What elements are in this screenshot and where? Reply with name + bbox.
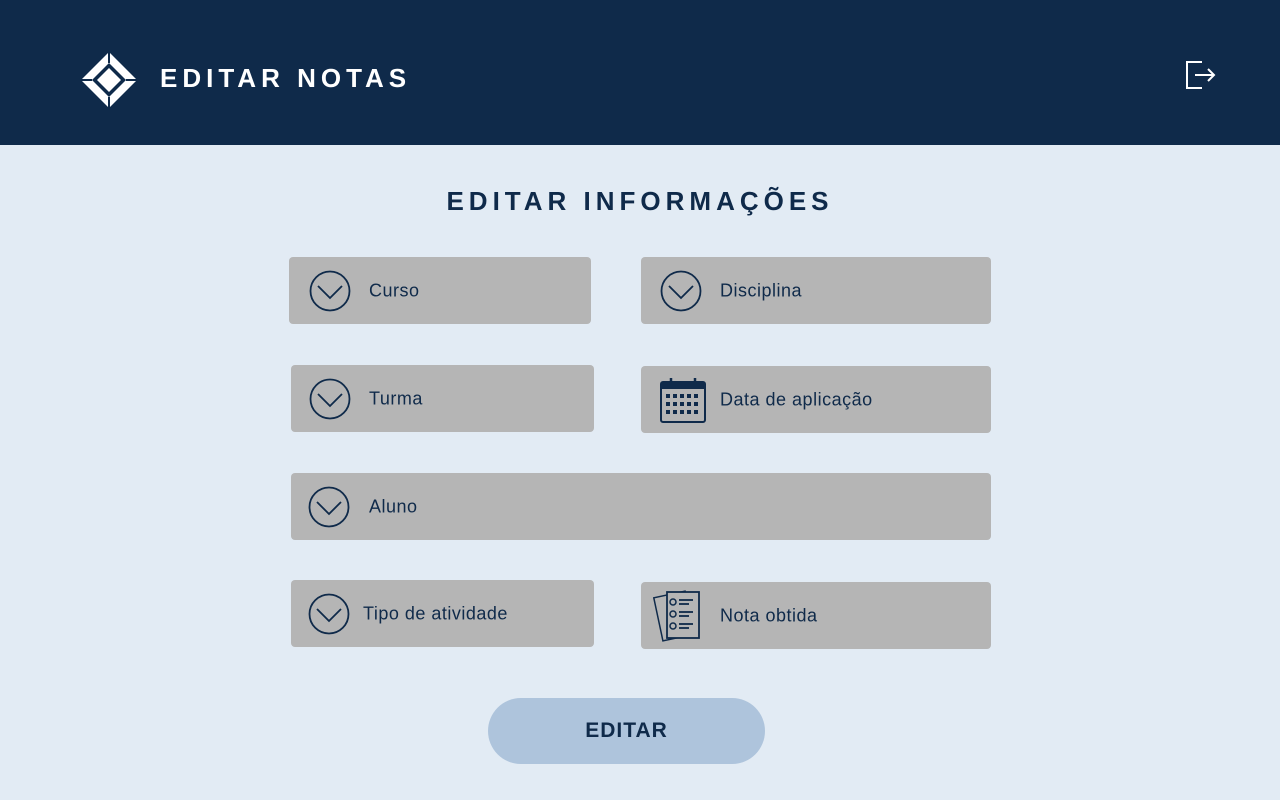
turma-select[interactable]: Turma bbox=[291, 365, 594, 432]
app-title: EDITAR NOTAS bbox=[160, 63, 412, 93]
aluno-select[interactable]: Aluno bbox=[291, 473, 991, 540]
disciplina-label: Disciplina bbox=[720, 280, 803, 300]
form-title: EDITAR INFORMAÇÕES bbox=[446, 186, 834, 216]
disciplina-select[interactable]: Disciplina bbox=[641, 257, 991, 324]
edit-button[interactable]: EDITAR bbox=[488, 698, 765, 764]
chevron-down-circle-icon bbox=[660, 270, 702, 311]
data-aplicacao-label: Data de aplicação bbox=[720, 389, 873, 409]
chevron-down-circle-icon bbox=[309, 270, 351, 311]
aluno-label: Aluno bbox=[369, 496, 418, 516]
chevron-down-circle-icon bbox=[308, 486, 350, 527]
curso-select[interactable]: Curso bbox=[289, 257, 591, 324]
diamond-logo-icon bbox=[81, 52, 137, 108]
tipo-atividade-label: Tipo de atividade bbox=[363, 603, 508, 623]
chevron-down-circle-icon bbox=[309, 378, 351, 419]
curso-label: Curso bbox=[369, 280, 420, 300]
top-header: EDITAR NOTAS bbox=[0, 0, 1280, 145]
nota-obtida-input[interactable]: Nota obtida bbox=[641, 582, 991, 649]
tipo-atividade-select[interactable]: Tipo de atividade bbox=[291, 580, 594, 647]
turma-label: Turma bbox=[369, 388, 423, 408]
checklist-icon bbox=[653, 589, 700, 642]
logout-icon[interactable] bbox=[1184, 59, 1216, 91]
chevron-down-circle-icon bbox=[308, 593, 350, 634]
nota-obtida-label: Nota obtida bbox=[720, 605, 818, 625]
calendar-icon bbox=[660, 377, 706, 423]
data-aplicacao-input[interactable]: Data de aplicação bbox=[641, 366, 991, 433]
